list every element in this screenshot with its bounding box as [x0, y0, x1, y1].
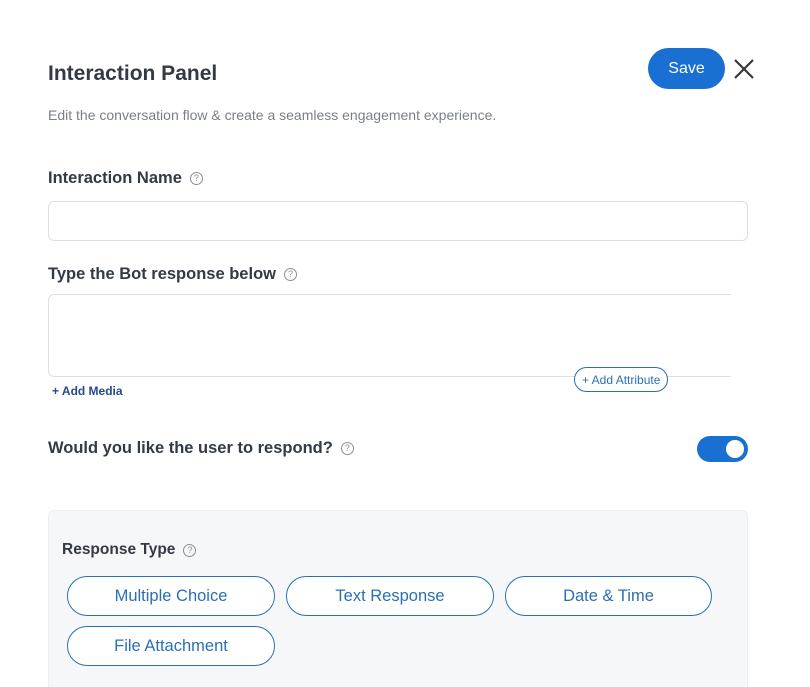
page-subtitle: Edit the conversation flow & create a se…	[48, 107, 497, 123]
interaction-name-label: Interaction Name ?	[48, 169, 203, 188]
bot-response-input[interactable]	[48, 294, 731, 377]
user-respond-toggle[interactable]	[697, 436, 748, 462]
help-icon[interactable]: ?	[340, 442, 354, 455]
add-media-link[interactable]: + Add Media	[52, 384, 123, 398]
bot-response-label-text: Type the Bot response below	[48, 265, 276, 283]
chip-multiple-choice[interactable]: Multiple Choice	[67, 576, 275, 616]
user-respond-label: Would you like the user to respond? ?	[48, 439, 354, 458]
save-button[interactable]: Save	[648, 48, 725, 89]
help-icon[interactable]: ?	[283, 268, 297, 281]
response-type-label-text: Response Type	[62, 541, 176, 558]
chip-file-attachment[interactable]: File Attachment	[67, 626, 275, 666]
add-attribute-button[interactable]: + Add Attribute	[574, 367, 669, 392]
user-respond-label-text: Would you like the user to respond?	[48, 439, 333, 457]
page-title: Interaction Panel	[48, 62, 218, 85]
bot-response-label: Type the Bot response below ?	[48, 265, 297, 284]
toggle-knob	[726, 440, 744, 458]
interaction-name-label-text: Interaction Name	[48, 169, 182, 187]
interaction-name-input[interactable]	[48, 201, 748, 241]
help-icon[interactable]: ?	[189, 172, 203, 185]
chip-date-time[interactable]: Date & Time	[505, 576, 712, 616]
help-icon[interactable]: ?	[183, 543, 197, 557]
close-icon[interactable]	[731, 56, 757, 82]
chip-text-response[interactable]: Text Response	[286, 576, 494, 616]
response-type-label: Response Type ?	[62, 541, 197, 559]
